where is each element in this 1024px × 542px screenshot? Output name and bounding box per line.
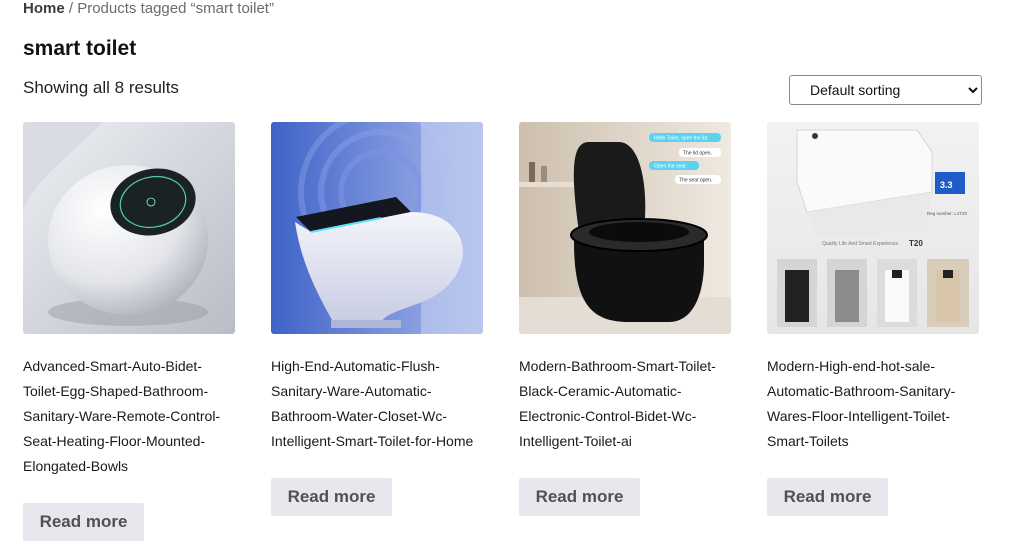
white-smart-toilet-image bbox=[271, 122, 483, 334]
model-text: T20 bbox=[909, 239, 923, 248]
product-title[interactable]: Advanced-Smart-Auto-Bidet-Toilet-Egg-Sha… bbox=[23, 354, 235, 479]
rating-text: 3.3 bbox=[940, 180, 953, 190]
read-more-button[interactable]: Read more bbox=[767, 478, 888, 516]
page-title: smart toilet bbox=[23, 37, 137, 60]
product-image[interactable] bbox=[271, 122, 483, 334]
breadcrumb-separator: / bbox=[64, 0, 78, 17]
product-title[interactable]: Modern-Bathroom-Smart-Toilet-Black-Ceram… bbox=[519, 354, 731, 454]
product-card: 3.3 Reg number: L1T20 Quality Life And S… bbox=[767, 122, 979, 516]
tagline-text: Quality Life And Smart Experience bbox=[822, 241, 898, 247]
breadcrumb-current: Products tagged “smart toilet” bbox=[77, 0, 274, 17]
black-smart-toilet-image: Hello Toilet, open the lid. The lid open… bbox=[519, 122, 731, 334]
bubble-text: Open the seat. bbox=[654, 164, 687, 170]
bubble-text: The seat open. bbox=[679, 178, 712, 184]
product-image[interactable]: 3.3 Reg number: L1T20 Quality Life And S… bbox=[767, 122, 979, 334]
result-count: Showing all 8 results bbox=[23, 78, 179, 97]
bubble-text: The lid open. bbox=[683, 151, 712, 157]
breadcrumb: Home / Products tagged “smart toilet” bbox=[23, 0, 274, 18]
bubble-text: Hello Toilet, open the lid. bbox=[654, 136, 708, 142]
square-smart-toilet-image: 3.3 Reg number: L1T20 Quality Life And S… bbox=[767, 122, 979, 334]
egg-toilet-image bbox=[23, 122, 235, 334]
product-card: Hello Toilet, open the lid. The lid open… bbox=[519, 122, 731, 516]
breadcrumb-home-link[interactable]: Home bbox=[23, 0, 65, 17]
product-card: Advanced-Smart-Auto-Bidet-Toilet-Egg-Sha… bbox=[23, 122, 235, 541]
product-image[interactable] bbox=[23, 122, 235, 334]
product-image[interactable]: Hello Toilet, open the lid. The lid open… bbox=[519, 122, 731, 334]
read-more-button[interactable]: Read more bbox=[271, 478, 392, 516]
reg-text: Reg number: L1T20 bbox=[927, 211, 968, 216]
product-title[interactable]: Modern-High-end-hot-sale-Automatic-Bathr… bbox=[767, 354, 979, 454]
read-more-button[interactable]: Read more bbox=[23, 503, 144, 541]
product-card: High-End-Automatic-Flush-Sanitary-Ware-A… bbox=[271, 122, 483, 516]
read-more-button[interactable]: Read more bbox=[519, 478, 640, 516]
sorting-select[interactable]: Default sorting bbox=[789, 75, 982, 105]
product-title[interactable]: High-End-Automatic-Flush-Sanitary-Ware-A… bbox=[271, 354, 483, 454]
